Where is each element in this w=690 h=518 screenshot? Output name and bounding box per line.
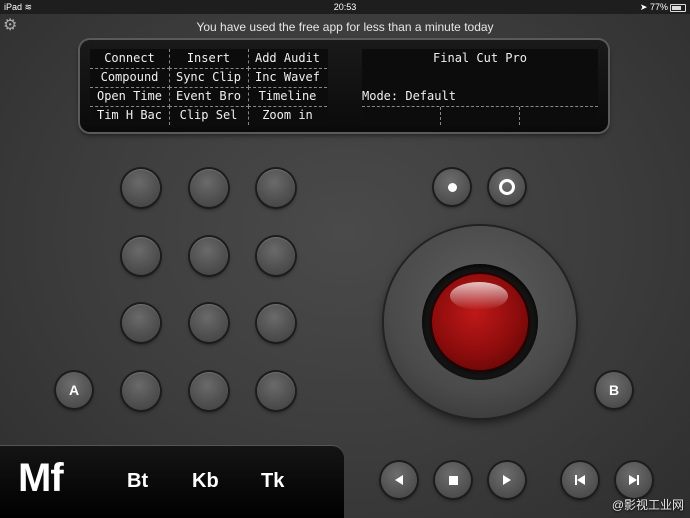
- pad-button-3[interactable]: [257, 169, 295, 207]
- pad-button-10[interactable]: [122, 372, 160, 410]
- pad-button-9[interactable]: [257, 304, 295, 342]
- status-bar: iPad ≋ 20:53 ➤ 77%: [0, 0, 690, 14]
- softkey-timeline[interactable]: Timeline: [248, 87, 327, 107]
- softkey-add-audit[interactable]: Add Audit: [248, 49, 327, 69]
- softkey-open-time[interactable]: Open Time: [90, 87, 170, 107]
- trial-notice: You have used the free app for less than…: [196, 20, 494, 34]
- lcd-slot-2[interactable]: [441, 107, 520, 125]
- a-button-label: A: [68, 382, 80, 398]
- softkey-clip-sel[interactable]: Clip Sel: [169, 106, 249, 125]
- mode-tk[interactable]: Tk: [261, 470, 284, 493]
- lcd-softkey-grid: Connect Insert Add Audit Compound Sync C…: [90, 49, 328, 125]
- rewind-icon: [395, 475, 403, 485]
- softkey-tim-h-bac[interactable]: Tim H Bac: [90, 106, 170, 125]
- mode-mf[interactable]: Mf: [18, 456, 64, 501]
- lcd-mode: Mode: Default: [362, 89, 456, 103]
- pad-button-8[interactable]: [190, 304, 228, 342]
- ring-button[interactable]: [489, 169, 525, 205]
- pad-button-5[interactable]: [190, 237, 228, 275]
- dot-icon: [447, 182, 457, 192]
- b-button-label: B: [608, 382, 620, 398]
- battery-icon: [670, 4, 686, 12]
- dot-button[interactable]: [434, 169, 470, 205]
- status-right: ➤ 77%: [640, 0, 668, 14]
- pad-button-6[interactable]: [257, 237, 295, 275]
- stop-button[interactable]: [435, 462, 471, 498]
- softkey-sync-clip[interactable]: Sync Clip: [169, 68, 249, 88]
- pad-button-7[interactable]: [122, 304, 160, 342]
- jog-wheel-button[interactable]: [432, 274, 528, 370]
- jog-shine: [450, 282, 508, 310]
- lcd-slot-1[interactable]: [362, 107, 441, 125]
- mode-bar: Mf Bt Kb Tk: [0, 446, 344, 518]
- rewind-button[interactable]: [381, 462, 417, 498]
- battery-percent: 77%: [649, 2, 668, 12]
- softkey-event-bro[interactable]: Event Bro: [169, 87, 249, 107]
- skip-forward-button[interactable]: [616, 462, 652, 498]
- softkey-insert[interactable]: Insert: [169, 49, 249, 69]
- softkey-connect[interactable]: Connect: [90, 49, 170, 69]
- mode-bt[interactable]: Bt: [127, 470, 148, 493]
- pad-button-11[interactable]: [190, 372, 228, 410]
- mode-kb[interactable]: Kb: [192, 470, 219, 493]
- pad-button-4[interactable]: [122, 237, 160, 275]
- location-icon: ➤: [639, 2, 648, 12]
- softkey-compound[interactable]: Compound: [90, 68, 170, 88]
- skip-forward-icon: [629, 475, 639, 485]
- a-button[interactable]: A: [56, 372, 92, 408]
- lcd-display: Connect Insert Add Audit Compound Sync C…: [80, 40, 608, 132]
- pad-button-2[interactable]: [190, 169, 228, 207]
- play-icon: [503, 475, 511, 485]
- skip-back-icon: [575, 475, 585, 485]
- status-time: 20:53: [333, 2, 357, 12]
- play-button[interactable]: [489, 462, 525, 498]
- softkey-zoom-in[interactable]: Zoom in: [248, 106, 327, 125]
- lcd-slot-3[interactable]: [520, 107, 598, 125]
- lcd-info-panel: Final Cut Pro Mode: Default: [362, 49, 598, 125]
- pad-button-1[interactable]: [122, 169, 160, 207]
- skip-back-button[interactable]: [562, 462, 598, 498]
- softkey-inc-wavef[interactable]: Inc Wavef: [248, 68, 327, 88]
- lcd-app-name: Final Cut Pro: [433, 51, 527, 65]
- b-button[interactable]: B: [596, 372, 632, 408]
- pad-button-12[interactable]: [257, 372, 295, 410]
- stop-icon: [448, 475, 458, 485]
- watermark: @影视工业网: [611, 498, 684, 512]
- ring-icon: [499, 179, 515, 195]
